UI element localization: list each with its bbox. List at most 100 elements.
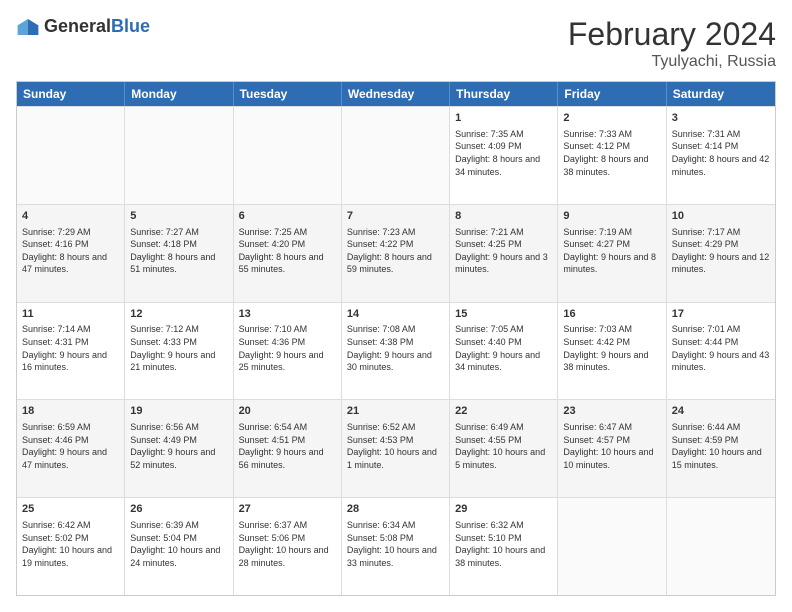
day-info: Sunrise: 6:37 AM Sunset: 5:06 PM Dayligh… <box>239 519 336 569</box>
day-info: Sunrise: 6:56 AM Sunset: 4:49 PM Dayligh… <box>130 421 227 471</box>
day-number: 19 <box>130 404 227 419</box>
calendar-cell: 16Sunrise: 7:03 AM Sunset: 4:42 PM Dayli… <box>558 303 666 400</box>
calendar-cell <box>234 107 342 204</box>
header-tuesday: Tuesday <box>234 82 342 106</box>
day-number: 6 <box>239 209 336 224</box>
calendar-cell <box>558 498 666 595</box>
day-info: Sunrise: 7:05 AM Sunset: 4:40 PM Dayligh… <box>455 323 552 373</box>
day-info: Sunrise: 7:08 AM Sunset: 4:38 PM Dayligh… <box>347 323 444 373</box>
day-number: 29 <box>455 502 552 517</box>
calendar-header: Sunday Monday Tuesday Wednesday Thursday… <box>17 82 775 106</box>
generalblue-logo-icon <box>16 17 40 37</box>
day-info: Sunrise: 7:21 AM Sunset: 4:25 PM Dayligh… <box>455 226 552 276</box>
logo: GeneralBlue <box>16 16 150 37</box>
day-info: Sunrise: 6:47 AM Sunset: 4:57 PM Dayligh… <box>563 421 660 471</box>
day-number: 18 <box>22 404 119 419</box>
calendar-cell <box>17 107 125 204</box>
day-number: 4 <box>22 209 119 224</box>
day-number: 23 <box>563 404 660 419</box>
day-info: Sunrise: 7:25 AM Sunset: 4:20 PM Dayligh… <box>239 226 336 276</box>
calendar-cell <box>667 498 775 595</box>
day-info: Sunrise: 7:23 AM Sunset: 4:22 PM Dayligh… <box>347 226 444 276</box>
calendar-cell: 12Sunrise: 7:12 AM Sunset: 4:33 PM Dayli… <box>125 303 233 400</box>
calendar-cell: 21 Sunrise: 6:52 AM Sunset: 4:53 PM Dayli… <box>342 400 450 497</box>
header-friday: Friday <box>558 82 666 106</box>
calendar-cell: 1 Sunrise: 7:35 AM Sunset: 4:09 PM Daylig… <box>450 107 558 204</box>
month-title: February 2024 <box>568 16 776 53</box>
page: GeneralBlue February 2024 Tyulyachi, Rus… <box>0 0 792 612</box>
calendar-week-3: 11Sunrise: 7:14 AM Sunset: 4:31 PM Dayli… <box>17 302 775 400</box>
header-sunday: Sunday <box>17 82 125 106</box>
calendar-cell: 24 Sunrise: 6:44 AM Sunset: 4:59 PM Dayli… <box>667 400 775 497</box>
calendar-cell: 4 Sunrise: 7:29 AM Sunset: 4:16 PM Daylig… <box>17 205 125 302</box>
calendar-cell: 7 Sunrise: 7:23 AM Sunset: 4:22 PM Daylig… <box>342 205 450 302</box>
calendar: Sunday Monday Tuesday Wednesday Thursday… <box>16 81 776 596</box>
day-info: Sunrise: 7:01 AM Sunset: 4:44 PM Dayligh… <box>672 323 770 373</box>
day-info: Sunrise: 7:29 AM Sunset: 4:16 PM Dayligh… <box>22 226 119 276</box>
day-info: Sunrise: 7:35 AM Sunset: 4:09 PM Dayligh… <box>455 128 552 178</box>
day-info: Sunrise: 7:19 AM Sunset: 4:27 PM Dayligh… <box>563 226 660 276</box>
day-info: Sunrise: 6:54 AM Sunset: 4:51 PM Dayligh… <box>239 421 336 471</box>
calendar-cell <box>342 107 450 204</box>
day-number: 24 <box>672 404 770 419</box>
header-monday: Monday <box>125 82 233 106</box>
calendar-cell: 15Sunrise: 7:05 AM Sunset: 4:40 PM Dayli… <box>450 303 558 400</box>
calendar-cell: 2 Sunrise: 7:33 AM Sunset: 4:12 PM Daylig… <box>558 107 666 204</box>
day-number: 26 <box>130 502 227 517</box>
day-number: 20 <box>239 404 336 419</box>
location: Tyulyachi, Russia <box>568 53 776 71</box>
calendar-cell: 5Sunrise: 7:27 AM Sunset: 4:18 PM Daylig… <box>125 205 233 302</box>
header-saturday: Saturday <box>667 82 775 106</box>
day-info: Sunrise: 6:49 AM Sunset: 4:55 PM Dayligh… <box>455 421 552 471</box>
day-info: Sunrise: 7:03 AM Sunset: 4:42 PM Dayligh… <box>563 323 660 373</box>
day-number: 12 <box>130 307 227 322</box>
calendar-body: 1 Sunrise: 7:35 AM Sunset: 4:09 PM Daylig… <box>17 106 775 595</box>
day-info: Sunrise: 7:33 AM Sunset: 4:12 PM Dayligh… <box>563 128 660 178</box>
calendar-cell <box>125 107 233 204</box>
calendar-cell: 23 Sunrise: 6:47 AM Sunset: 4:57 PM Dayli… <box>558 400 666 497</box>
day-number: 8 <box>455 209 552 224</box>
header-thursday: Thursday <box>450 82 558 106</box>
calendar-cell: 25 Sunrise: 6:42 AM Sunset: 5:02 PM Dayli… <box>17 498 125 595</box>
day-number: 11 <box>22 307 119 322</box>
day-number: 28 <box>347 502 444 517</box>
day-number: 16 <box>563 307 660 322</box>
day-info: Sunrise: 6:44 AM Sunset: 4:59 PM Dayligh… <box>672 421 770 471</box>
day-info: Sunrise: 7:12 AM Sunset: 4:33 PM Dayligh… <box>130 323 227 373</box>
day-number: 1 <box>455 111 552 126</box>
day-info: Sunrise: 6:32 AM Sunset: 5:10 PM Dayligh… <box>455 519 552 569</box>
calendar-cell: 6 Sunrise: 7:25 AM Sunset: 4:20 PM Daylig… <box>234 205 342 302</box>
day-number: 14 <box>347 307 444 322</box>
day-info: Sunrise: 6:59 AM Sunset: 4:46 PM Dayligh… <box>22 421 119 471</box>
day-info: Sunrise: 6:52 AM Sunset: 4:53 PM Dayligh… <box>347 421 444 471</box>
day-number: 21 <box>347 404 444 419</box>
header: GeneralBlue February 2024 Tyulyachi, Rus… <box>16 16 776 71</box>
day-number: 9 <box>563 209 660 224</box>
day-number: 2 <box>563 111 660 126</box>
day-number: 25 <box>22 502 119 517</box>
calendar-week-1: 1 Sunrise: 7:35 AM Sunset: 4:09 PM Daylig… <box>17 106 775 204</box>
calendar-cell: 28 Sunrise: 6:34 AM Sunset: 5:08 PM Dayli… <box>342 498 450 595</box>
calendar-cell: 9 Sunrise: 7:19 AM Sunset: 4:27 PM Daylig… <box>558 205 666 302</box>
calendar-cell: 26Sunrise: 6:39 AM Sunset: 5:04 PM Dayli… <box>125 498 233 595</box>
day-number: 13 <box>239 307 336 322</box>
day-info: Sunrise: 7:10 AM Sunset: 4:36 PM Dayligh… <box>239 323 336 373</box>
day-info: Sunrise: 7:31 AM Sunset: 4:14 PM Dayligh… <box>672 128 770 178</box>
calendar-cell: 13Sunrise: 7:10 AM Sunset: 4:36 PM Dayli… <box>234 303 342 400</box>
day-info: Sunrise: 7:14 AM Sunset: 4:31 PM Dayligh… <box>22 323 119 373</box>
header-wednesday: Wednesday <box>342 82 450 106</box>
day-number: 3 <box>672 111 770 126</box>
day-number: 7 <box>347 209 444 224</box>
calendar-cell: 14Sunrise: 7:08 AM Sunset: 4:38 PM Dayli… <box>342 303 450 400</box>
calendar-cell: 10Sunrise: 7:17 AM Sunset: 4:29 PM Dayli… <box>667 205 775 302</box>
calendar-week-4: 18 Sunrise: 6:59 AM Sunset: 4:46 PM Dayli… <box>17 399 775 497</box>
calendar-cell: 11Sunrise: 7:14 AM Sunset: 4:31 PM Dayli… <box>17 303 125 400</box>
day-number: 5 <box>130 209 227 224</box>
day-info: Sunrise: 6:42 AM Sunset: 5:02 PM Dayligh… <box>22 519 119 569</box>
calendar-cell: 19 Sunrise: 6:56 AM Sunset: 4:49 PM Dayli… <box>125 400 233 497</box>
logo-blue: Blue <box>111 16 150 36</box>
calendar-cell: 18 Sunrise: 6:59 AM Sunset: 4:46 PM Dayli… <box>17 400 125 497</box>
calendar-cell: 3 Sunrise: 7:31 AM Sunset: 4:14 PM Daylig… <box>667 107 775 204</box>
day-number: 17 <box>672 307 770 322</box>
day-info: Sunrise: 6:34 AM Sunset: 5:08 PM Dayligh… <box>347 519 444 569</box>
